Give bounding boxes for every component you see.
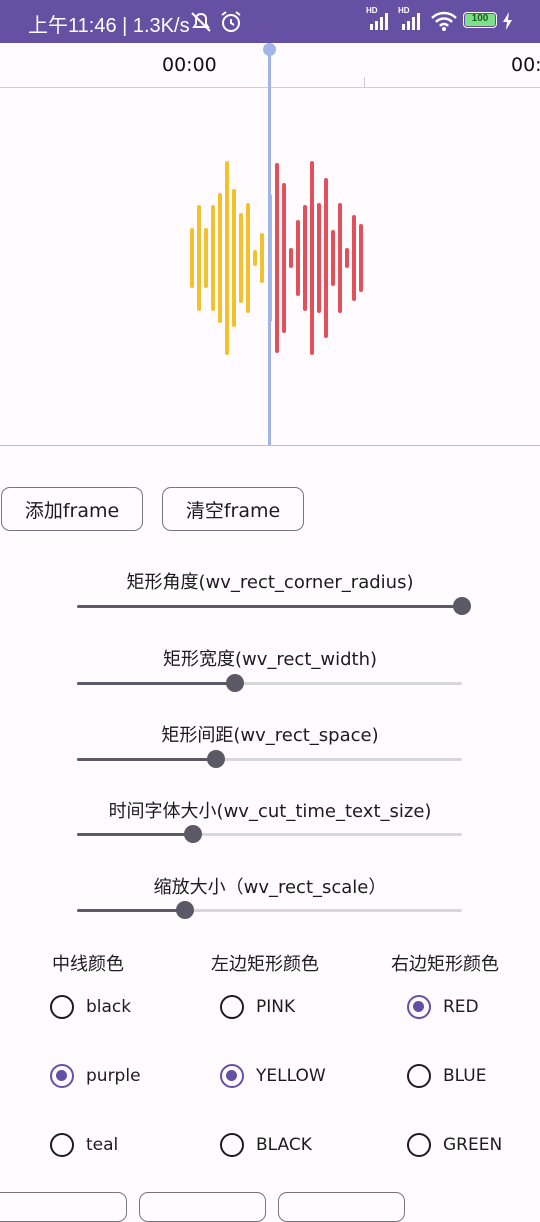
- slider-thumb[interactable]: [175, 901, 194, 919]
- slider-track[interactable]: [77, 901, 462, 919]
- radio-button[interactable]: [50, 995, 74, 1019]
- wave-bar-right: [275, 163, 279, 353]
- wave-bar-left: [232, 189, 236, 327]
- slider-fill: [77, 909, 185, 912]
- signal-hd-label: HD: [366, 6, 378, 15]
- wifi-icon: [430, 10, 458, 37]
- radio-option-teal[interactable]: teal: [50, 1133, 118, 1157]
- radio-option-green[interactable]: GREEN: [407, 1133, 502, 1157]
- ruler-tick: [364, 77, 365, 87]
- playhead-handle[interactable]: [263, 43, 276, 56]
- radio-label: BLUE: [443, 1066, 487, 1086]
- wave-bar-right: [282, 183, 286, 333]
- radio-label: purple: [86, 1066, 141, 1086]
- slider-track[interactable]: [77, 597, 471, 615]
- time-label-next: 00:: [511, 54, 540, 76]
- battery-level: 100: [471, 13, 489, 24]
- mute-icon: [188, 11, 214, 38]
- time-label-start: 00:00: [162, 54, 217, 76]
- bottom-button-3[interactable]: [278, 1192, 405, 1222]
- radio-option-red[interactable]: RED: [407, 995, 479, 1019]
- radio-button[interactable]: [50, 1133, 74, 1157]
- wave-bar-left: [260, 233, 264, 283]
- wave-bar-left: [239, 213, 243, 303]
- radio-option-purple[interactable]: purple: [50, 1064, 141, 1088]
- slider-thumb[interactable]: [206, 750, 225, 768]
- slider-thumb[interactable]: [225, 674, 244, 692]
- radio-label: YELLOW: [256, 1066, 326, 1086]
- radio-label: PINK: [256, 997, 296, 1017]
- radio-button[interactable]: [407, 1064, 431, 1088]
- status-bar: 上午11:46 | 1.3K/s HD HD 100: [0, 0, 540, 43]
- radio-button[interactable]: [407, 1133, 431, 1157]
- wave-bar-right: [345, 248, 349, 268]
- slider-fill: [77, 682, 235, 685]
- wave-bar-right: [310, 161, 314, 355]
- wave-bar-left: [190, 228, 194, 288]
- bottom-button-1[interactable]: [0, 1192, 127, 1222]
- radio-label: black: [86, 997, 132, 1017]
- charging-icon: [502, 11, 514, 36]
- radio-option-blue[interactable]: BLUE: [407, 1064, 486, 1088]
- radio-option-pink[interactable]: PINK: [220, 995, 295, 1019]
- wave-bar-left: [253, 250, 257, 266]
- slider-track[interactable]: [77, 674, 462, 692]
- radio-button[interactable]: [220, 1064, 244, 1088]
- slider-thumb[interactable]: [453, 597, 471, 615]
- radio-button[interactable]: [220, 1133, 244, 1157]
- wave-bar-left: [197, 205, 201, 311]
- wave-bar-left: [246, 203, 250, 313]
- wave-bar-right: [359, 224, 363, 292]
- wave-bar-right: [352, 215, 356, 301]
- cell-signal-2-icon: HD: [398, 6, 426, 37]
- color-group-title: 右边矩形颜色: [391, 954, 499, 975]
- radio-option-yellow[interactable]: YELLOW: [220, 1064, 326, 1088]
- wave-bar-left: [204, 228, 208, 288]
- wave-bar-right: [303, 205, 307, 311]
- bottom-button-2[interactable]: [139, 1192, 266, 1222]
- battery-icon: 100: [463, 12, 497, 33]
- playhead-line[interactable]: [268, 50, 271, 445]
- clear-frame-button[interactable]: 清空frame: [162, 487, 304, 531]
- slider-track[interactable]: [77, 825, 462, 843]
- wave-bar-right: [324, 178, 328, 338]
- radio-option-black[interactable]: black: [50, 995, 131, 1019]
- slider-fill: [77, 833, 193, 836]
- radio-button[interactable]: [220, 995, 244, 1019]
- slider-label: 缩放大小（wv_rect_scale）: [153, 877, 387, 898]
- radio-option-black[interactable]: BLACK: [220, 1133, 312, 1157]
- add-frame-button[interactable]: 添加frame: [1, 487, 143, 531]
- slider-thumb[interactable]: [183, 825, 202, 843]
- wave-bar-left: [225, 161, 229, 355]
- slider-label: 矩形间距(wv_rect_space): [161, 725, 379, 746]
- slider-label: 矩形角度(wv_rect_corner_radius): [126, 572, 414, 593]
- wave-bar-right: [317, 203, 321, 313]
- radio-label: teal: [86, 1135, 119, 1155]
- wave-bar-right: [296, 220, 300, 296]
- signal-hd-label-2: HD: [398, 6, 410, 15]
- color-group-title: 左边矩形颜色: [211, 954, 319, 975]
- slider-label: 矩形宽度(wv_rect_width): [162, 649, 378, 670]
- slider-fill: [77, 605, 462, 608]
- wave-bar-right: [331, 230, 335, 286]
- radio-label: RED: [443, 997, 479, 1017]
- wave-bar-right: [338, 203, 342, 313]
- alarm-icon: [219, 11, 243, 38]
- color-group-title: 中线颜色: [52, 954, 124, 975]
- cell-signal-icon: HD: [366, 6, 394, 37]
- status-time: 上午11:46 | 1.3K/s: [28, 15, 190, 37]
- wave-bar-right: [289, 248, 293, 268]
- wave-bar-left: [211, 205, 215, 311]
- wave-bar-left: [218, 193, 222, 323]
- radio-button[interactable]: [50, 1064, 74, 1088]
- slider-track[interactable]: [77, 750, 462, 768]
- slider-fill: [77, 758, 216, 761]
- radio-label: BLACK: [256, 1135, 312, 1155]
- radio-button[interactable]: [407, 995, 431, 1019]
- radio-label: GREEN: [443, 1135, 503, 1155]
- slider-label: 时间字体大小(wv_cut_time_text_size): [108, 801, 432, 822]
